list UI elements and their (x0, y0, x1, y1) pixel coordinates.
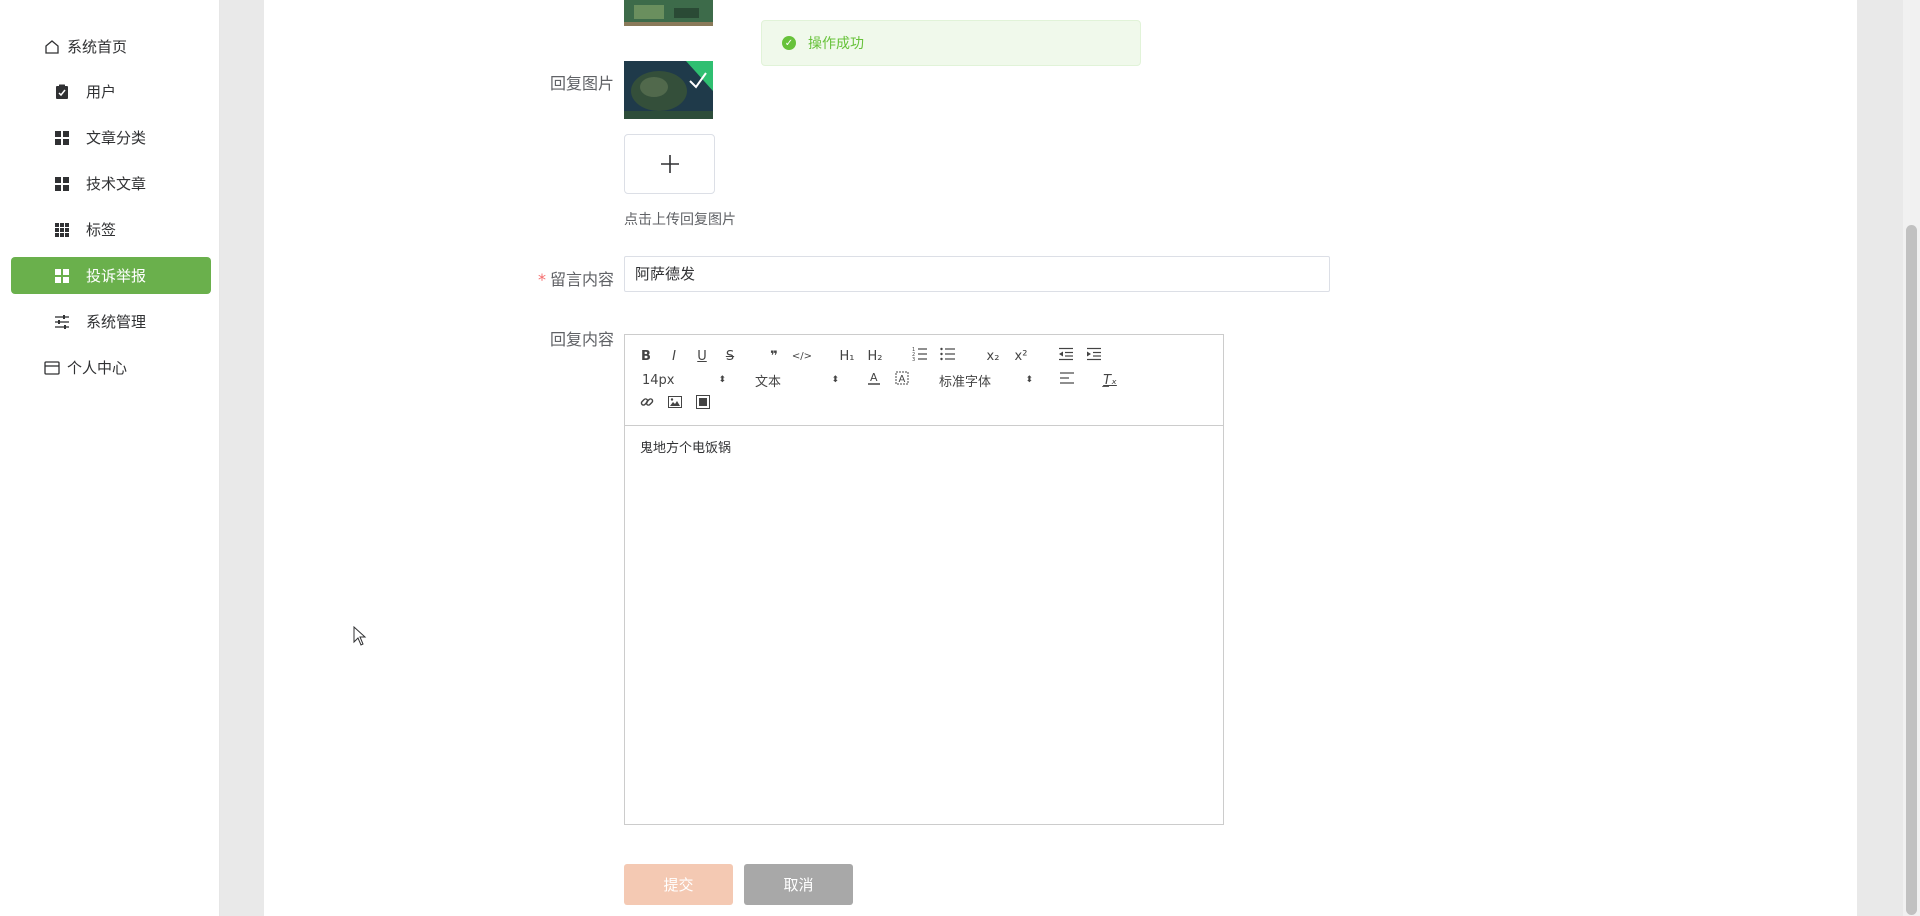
svg-text:A: A (899, 374, 906, 385)
success-toast: ✓ 操作成功 (761, 20, 1141, 66)
font-family-value: 标准字体 (939, 374, 992, 390)
sidebar-item-label: 标签 (86, 221, 117, 239)
align-left-icon (1059, 371, 1075, 389)
clear-format-button[interactable]: T̲ₓ (1099, 371, 1121, 389)
header1-button[interactable]: H₁ (836, 347, 858, 365)
upload-tip: 点击上传回复图片 (624, 212, 736, 228)
svg-text:A: A (870, 371, 878, 384)
sidebar-item-label: 系统首页 (67, 38, 128, 56)
indent-icon (1086, 347, 1102, 365)
header2-button[interactable]: H₂ (864, 347, 886, 365)
message-content-label: * 留言内容 (500, 266, 614, 290)
left-gutter (220, 0, 264, 916)
background-color-button[interactable]: A (891, 371, 913, 389)
sidebar-item-article-category[interactable]: 文章分类 (11, 119, 211, 156)
sidebar-item-system-management[interactable]: 系统管理 (11, 303, 211, 340)
svg-text:3: 3 (912, 357, 915, 361)
reply-image-thumbnail[interactable] (624, 61, 713, 119)
grid-icon (53, 129, 71, 147)
sidebar-item-label: 技术文章 (86, 175, 147, 193)
sidebar-item-label: 文章分类 (86, 129, 147, 147)
blockquote-button[interactable]: ❞ (763, 347, 785, 365)
strike-button[interactable]: S (719, 347, 741, 365)
sidebar-item-tech-articles[interactable]: 技术文章 (11, 165, 211, 202)
right-gutter (1857, 0, 1903, 916)
font-size-select[interactable]: 14px ⬍ (642, 371, 726, 389)
sidebar-item-personal-center[interactable]: 个人中心 (11, 349, 211, 386)
font-family-select[interactable]: 标准字体 ⬍ (939, 371, 1033, 390)
sidebar-item-label: 投诉举报 (86, 267, 147, 285)
sidebar: 系统首页 用户 文章分类 技术文章 标签 投诉举报 系统管理 个人中心 (0, 0, 220, 916)
insert-video-button[interactable] (692, 395, 714, 413)
grid-icon (53, 175, 71, 193)
outdent-button[interactable] (1055, 347, 1077, 365)
sliders-icon (53, 313, 71, 331)
home-icon (43, 38, 61, 56)
cancel-button[interactable]: 取消 (744, 864, 853, 905)
plus-icon (660, 147, 680, 182)
grid-small-icon (53, 221, 71, 239)
editor-toolbar: B I U S ❞ </> H₁ H₂ 123 x₂ x² 14px ⬍ 文本 ⬍ … (625, 335, 1223, 426)
message-content-input[interactable]: 阿萨德发 (624, 256, 1330, 292)
bullet-list-button[interactable] (937, 347, 959, 365)
bold-button[interactable]: B (635, 347, 657, 365)
font-size-value: 14px (642, 372, 675, 388)
mouse-cursor-icon (353, 625, 367, 650)
grid-icon (53, 267, 71, 285)
code-block-button[interactable]: </> (791, 347, 813, 365)
indent-button[interactable] (1083, 347, 1105, 365)
message-content-label-text: 留言内容 (549, 270, 614, 289)
rich-text-editor: B I U S ❞ </> H₁ H₂ 123 x₂ x² 14px ⬍ 文本 ⬍ … (624, 334, 1224, 825)
italic-button[interactable]: I (663, 347, 685, 365)
text-color-button[interactable]: A (863, 371, 885, 389)
underline-button[interactable]: U (691, 347, 713, 365)
sidebar-item-label: 系统管理 (86, 313, 147, 331)
sidebar-item-label: 个人中心 (67, 359, 128, 377)
header-value: 文本 (755, 374, 782, 390)
success-check-icon: ✓ (782, 36, 796, 50)
text-color-icon: A (867, 370, 881, 390)
subscript-button[interactable]: x₂ (982, 347, 1004, 365)
align-button[interactable] (1056, 371, 1078, 389)
insert-image-button[interactable] (664, 395, 686, 413)
select-arrows-icon: ⬍ (831, 375, 839, 385)
previous-image-thumbnail[interactable] (624, 0, 713, 26)
clipboard-icon (53, 83, 71, 101)
ordered-list-icon: 123 (912, 347, 928, 365)
select-arrows-icon: ⬍ (718, 375, 726, 385)
reply-image-label: 回复图片 (549, 74, 614, 93)
sidebar-item-tags[interactable]: 标签 (11, 211, 211, 248)
superscript-button[interactable]: x² (1010, 347, 1032, 365)
bullet-list-icon (940, 347, 956, 365)
insert-link-button[interactable] (636, 395, 658, 413)
outdent-icon (1058, 347, 1074, 365)
link-icon (640, 395, 654, 413)
card-icon (43, 359, 61, 377)
submit-button[interactable]: 提交 (624, 864, 733, 905)
image-icon (668, 396, 682, 412)
sidebar-item-home[interactable]: 系统首页 (11, 28, 211, 65)
ordered-list-button[interactable]: 123 (909, 347, 931, 365)
reply-content-label: 回复内容 (549, 330, 614, 349)
video-icon (696, 395, 710, 413)
sidebar-item-users[interactable]: 用户 (11, 73, 211, 110)
editor-content[interactable]: 鬼地方个电饭锅 (625, 426, 1223, 467)
header-select[interactable]: 文本 ⬍ (755, 371, 839, 390)
upload-image-button[interactable] (624, 134, 715, 194)
select-arrows-icon: ⬍ (1025, 375, 1033, 385)
sidebar-item-complaints[interactable]: 投诉举报 (11, 257, 211, 294)
sidebar-item-label: 用户 (86, 83, 117, 101)
toast-message: 操作成功 (808, 36, 864, 52)
background-color-icon: A (895, 371, 909, 389)
scrollbar-thumb[interactable] (1906, 225, 1917, 915)
required-mark: * (537, 270, 546, 289)
